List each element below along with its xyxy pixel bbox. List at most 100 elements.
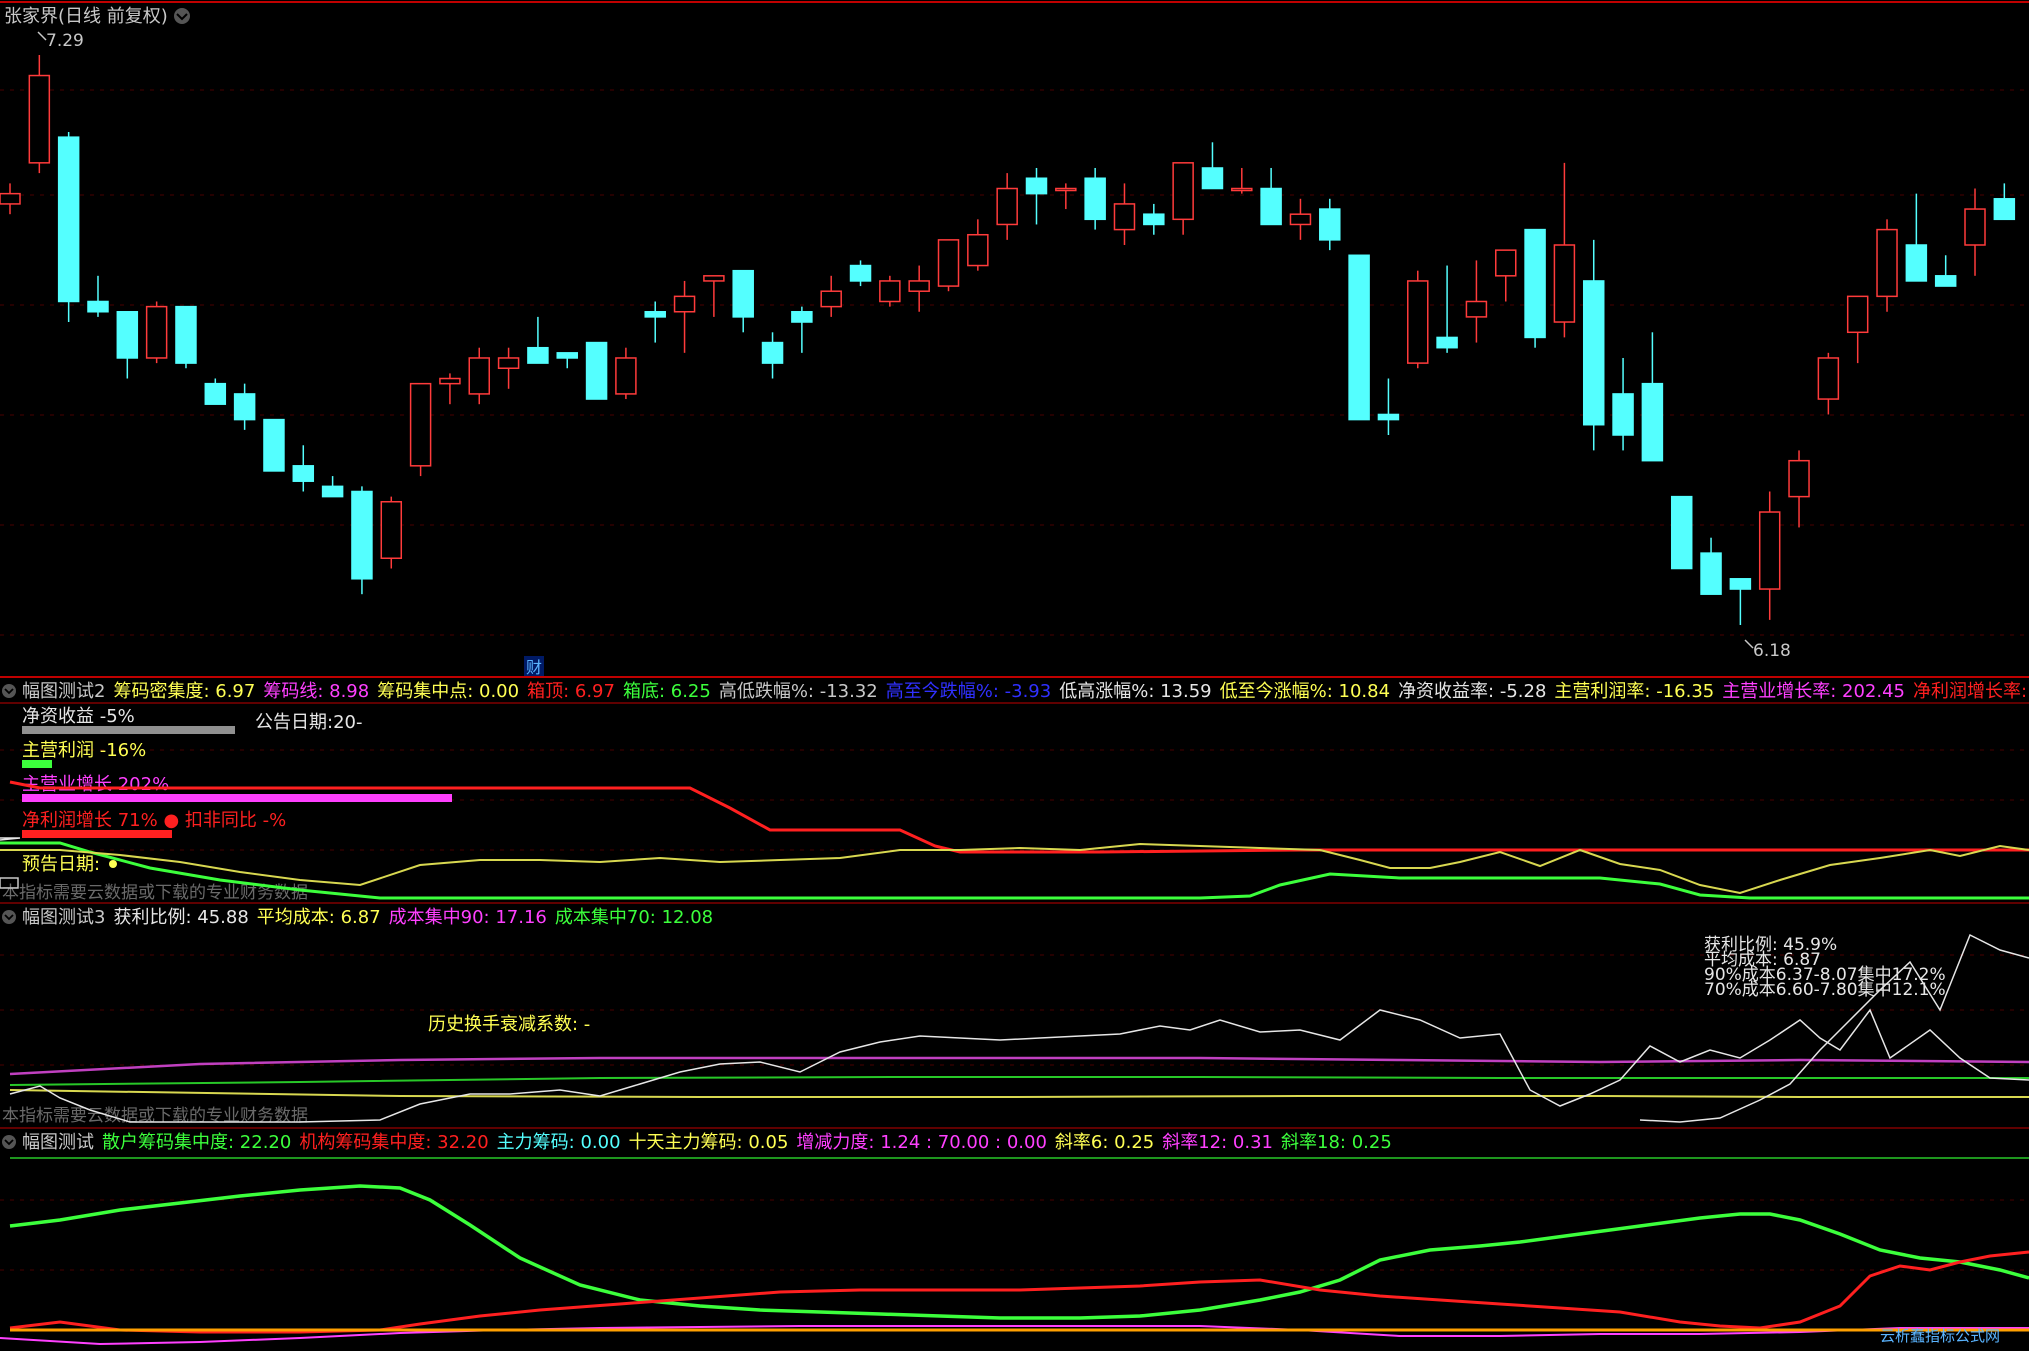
finance-bar-label: 净资收益 -5% <box>22 706 135 727</box>
header-item: 增减力度: 1.24 : 70.00 : 0.00 <box>796 1132 1047 1153</box>
header-item: 十天主力筹码: 0.05 <box>629 1132 789 1153</box>
candle <box>585 341 608 400</box>
header-item: 斜率12: 0.31 <box>1162 1132 1273 1153</box>
candle-body <box>468 357 491 395</box>
candle <box>57 132 80 323</box>
candle-body <box>292 465 315 482</box>
finance-marker[interactable]: 财 <box>526 658 542 677</box>
candle-body <box>1231 187 1253 192</box>
candle-body <box>585 341 608 400</box>
candle-body <box>57 136 80 303</box>
header-item: 筹码密集度: 6.97 <box>113 681 255 702</box>
candle-body <box>204 382 227 405</box>
pane-dropdown-icon[interactable] <box>2 910 16 924</box>
candle-body <box>1025 177 1048 195</box>
header-item: 成本集中90: 17.16 <box>389 907 547 928</box>
candle-body <box>1348 254 1370 421</box>
candle <box>409 382 432 477</box>
candle-body <box>87 300 109 313</box>
candle <box>145 301 168 364</box>
candle-body <box>1582 280 1605 426</box>
candle-body <box>527 346 549 364</box>
candle-body <box>145 305 168 359</box>
candle-body <box>1143 213 1165 226</box>
candle <box>879 275 901 307</box>
header-item: 主营业增长率: 202.45 <box>1722 681 1905 702</box>
candle <box>351 486 373 595</box>
candle-body <box>1729 578 1752 590</box>
candle-body <box>1260 187 1282 226</box>
header-item: 主力筹码: 0.00 <box>497 1132 621 1153</box>
main-dropdown-icon[interactable] <box>174 8 190 24</box>
candle-body <box>409 382 432 467</box>
header-item: 平均成本: 6.87 <box>257 907 381 928</box>
header-item: 净资收益率: -5.28 <box>1398 681 1546 702</box>
header-item: 箱底: 6.25 <box>623 681 711 702</box>
header-item: 机构筹码集中度: 32.20 <box>299 1132 488 1153</box>
candle <box>263 418 285 472</box>
finance-bar <box>22 794 452 802</box>
candle <box>1407 270 1429 369</box>
header-item: 斜率6: 0.25 <box>1055 1132 1154 1153</box>
candle-body <box>1700 552 1722 595</box>
candle-body <box>1846 295 1869 334</box>
candle-body <box>703 275 725 282</box>
candle-body <box>1084 177 1106 221</box>
candle-body <box>1641 382 1664 462</box>
stock-chart: 张家界(日线 前复权) 7.29 6.18 财 幅图测试2 筹码密集度: 6.97… <box>0 0 2029 1351</box>
candle <box>1670 495 1693 570</box>
candle-body <box>1524 228 1546 339</box>
candle-body <box>615 357 637 395</box>
candle-body <box>116 311 139 359</box>
candle-body <box>1465 300 1488 318</box>
candle-body <box>380 501 403 559</box>
header-item: 成本集中70: 12.08 <box>555 907 713 928</box>
candle-body <box>1670 495 1693 570</box>
candle-body <box>439 377 461 385</box>
candle-body <box>1172 162 1194 221</box>
finance-bar-label: 净利润增长 71% ● 扣非同比 -% <box>22 810 286 831</box>
candle <box>1348 254 1370 421</box>
candle-body <box>1113 203 1136 231</box>
candle-body <box>1788 459 1810 498</box>
candle-body <box>644 311 666 318</box>
pane-header-text: 幅图测试3 获利比例: 45.88 平均成本: 6.87 成本集中90: 17.16 成… <box>22 907 713 928</box>
candle-body <box>1905 244 1928 282</box>
finance-bar-label: 主营利润 -16% <box>22 740 146 761</box>
pane2-header: 幅图测试2 筹码密集度: 6.97 筹码线: 8.98 筹码集中点: 0.00 箱顶: … <box>2 681 2029 702</box>
decay-label: 历史换手衰减系数: - <box>428 1014 590 1035</box>
candle-body <box>1319 208 1341 241</box>
candle-body <box>233 393 256 421</box>
candle-body <box>879 280 901 303</box>
low-price-label: 6.18 <box>1753 641 1791 661</box>
candle-body <box>937 239 960 287</box>
candle-body <box>820 290 842 308</box>
candle-body <box>1817 357 1840 400</box>
header-item: 筹码线: 8.98 <box>263 681 369 702</box>
candle <box>380 496 403 569</box>
candle-body <box>497 357 520 369</box>
header-item: 筹码集中点: 0.00 <box>377 681 519 702</box>
finance-bar-label: 主营业增长 202% <box>22 774 169 795</box>
pane-dropdown-icon[interactable] <box>2 1135 16 1149</box>
notice-date: 公告日期:20- <box>255 712 362 733</box>
pane-dropdown-icon[interactable] <box>2 684 16 698</box>
header-item: 斜率18: 0.25 <box>1281 1132 1392 1153</box>
pane4-header: 幅图测试 散户筹码集中度: 22.20 机构筹码集中度: 32.20 主力筹码: 0.… <box>2 1132 1392 1153</box>
candle-body <box>1055 187 1077 192</box>
candle <box>1524 228 1546 348</box>
candle-body <box>1964 208 1986 246</box>
header-item: 净利润增长率: 70.65 <box>1913 681 2029 702</box>
header-item: 幅图测试 <box>22 1132 94 1153</box>
candle-body <box>1407 280 1429 364</box>
candle-body <box>263 418 285 472</box>
candle-body <box>0 192 21 205</box>
candle-body <box>1377 413 1400 421</box>
forecast-date: 预告日期: <box>22 854 100 875</box>
header-item: 高至今跌幅%: -3.93 <box>886 681 1051 702</box>
header-item: 低高涨幅%: 13.59 <box>1059 681 1211 702</box>
header-item: 低至今涨幅%: 10.84 <box>1220 681 1390 702</box>
candle-body <box>28 74 51 164</box>
header-item: 主营利润率: -16.35 <box>1554 681 1714 702</box>
high-price-label: 7.29 <box>46 31 84 51</box>
